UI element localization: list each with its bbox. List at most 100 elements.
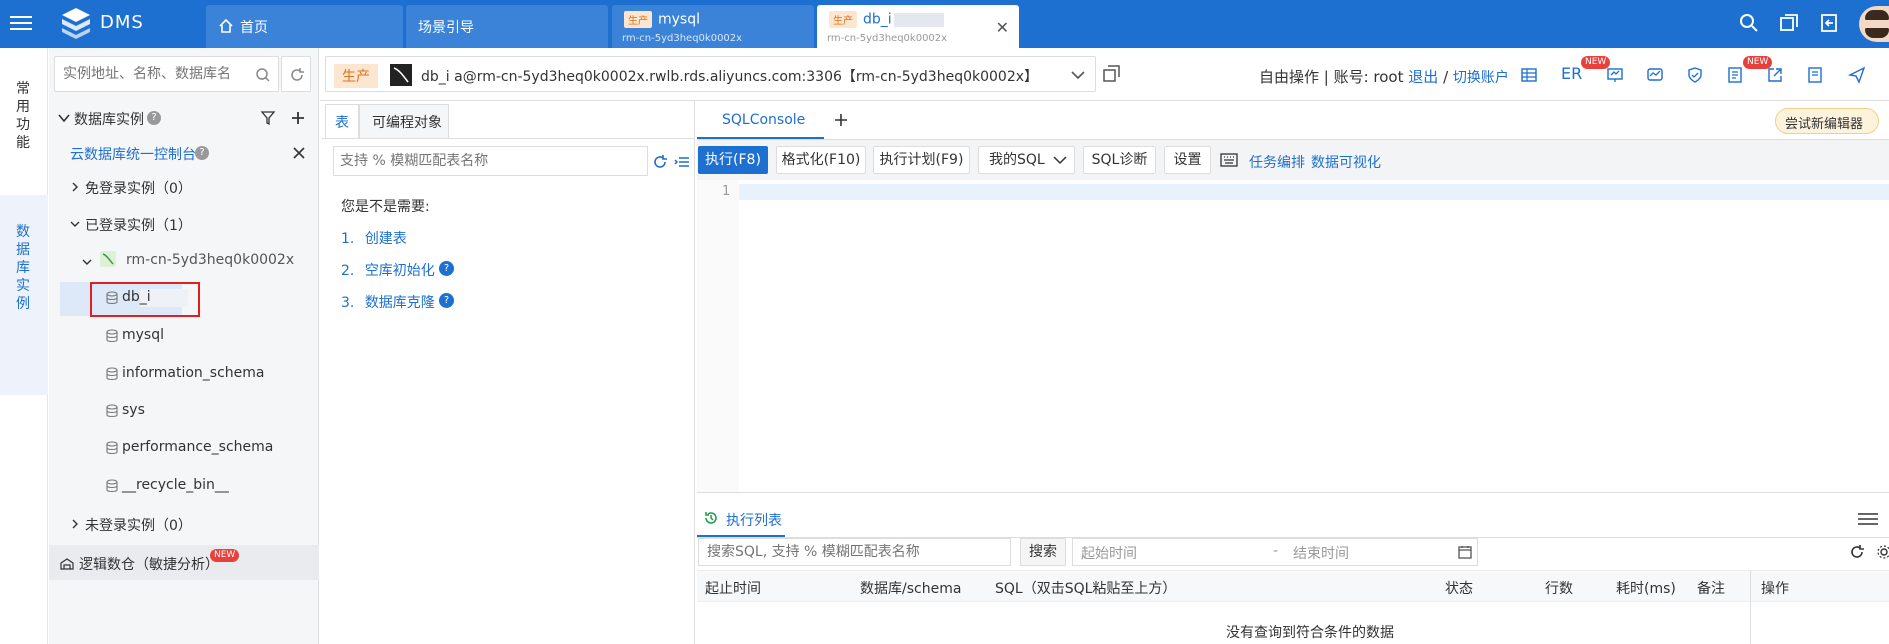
tab-sqlconsole[interactable]: SQLConsole — [697, 101, 824, 139]
separator: / — [1443, 68, 1449, 86]
warehouse-icon — [60, 558, 74, 570]
explain-plan-button[interactable]: 执行计划(F9) — [873, 146, 970, 174]
avatar[interactable] — [1859, 6, 1889, 42]
help-icon[interactable]: ? — [439, 293, 454, 308]
chevron-down-icon[interactable] — [82, 257, 92, 267]
connection-string: db_i a@rm-cn-5yd3heq0k0002x.rwlb.rds.ali… — [421, 69, 1039, 85]
tree-instance-node[interactable]: rm-cn-5yd3heq0k0002x — [126, 252, 294, 268]
tree-db-item[interactable]: information_schema — [122, 365, 265, 381]
tab-db-active[interactable]: 生产 db_i rm-cn-5yd3heq0k0002x ✕ — [817, 5, 1019, 48]
tree-db-item[interactable]: __recycle_bin__ — [122, 477, 229, 493]
switch-account-link[interactable]: 切换账户 — [1453, 70, 1509, 86]
divider — [322, 138, 695, 139]
copy-icon[interactable] — [1102, 64, 1122, 84]
instance-search-input[interactable] — [55, 57, 245, 91]
rail-db-instances[interactable]: 数据库实例 — [14, 223, 32, 313]
hamburger-menu-icon[interactable] — [10, 12, 32, 34]
rail-common-functions[interactable]: 常用功能 — [14, 80, 32, 152]
refresh-icon[interactable] — [652, 154, 668, 170]
tree-free-login-instances[interactable]: 免登录实例（0） — [85, 178, 192, 198]
tab-programmable[interactable]: 可编程对象 — [359, 104, 449, 138]
copy-window-icon[interactable] — [1778, 12, 1800, 34]
sql-search-input[interactable] — [699, 539, 999, 565]
close-tab-icon[interactable]: ✕ — [996, 18, 1009, 37]
tab-scene-guide[interactable]: 场景引导 — [406, 5, 608, 48]
help-icon[interactable]: ? — [439, 261, 454, 276]
help-icon[interactable]: ? — [195, 146, 209, 160]
sql-diagnose-button[interactable]: SQL诊断 — [1083, 146, 1156, 174]
table-search-input[interactable] — [334, 147, 634, 175]
tab-tables[interactable]: 表 — [325, 104, 359, 138]
shield-icon[interactable] — [1686, 66, 1704, 84]
tree-db-item[interactable]: sys — [122, 402, 145, 418]
date-range-picker[interactable]: 起始时间 - 结束时间 — [1072, 538, 1478, 566]
refresh-button[interactable] — [281, 56, 311, 92]
refresh-icon[interactable] — [1849, 544, 1865, 560]
more-menu-icon[interactable] — [1858, 510, 1878, 530]
format-button[interactable]: 格式化(F10) — [776, 146, 866, 174]
list-number: 1. — [341, 231, 355, 247]
tree-db-item[interactable]: performance_schema — [122, 439, 273, 455]
tab-execution-list[interactable]: 执行列表 — [697, 505, 785, 537]
sql-editor[interactable] — [739, 180, 1889, 492]
tab-home[interactable]: 首页 — [206, 5, 403, 48]
help-icon[interactable]: ? — [147, 111, 161, 125]
task-orchestration-link[interactable]: 任务编排 — [1249, 152, 1305, 172]
er-diagram-button[interactable]: ER — [1561, 64, 1582, 83]
search-button[interactable]: 搜索 — [1020, 538, 1066, 566]
chevron-down-icon[interactable] — [58, 112, 70, 124]
database-icon — [106, 329, 118, 343]
chevron-right-icon[interactable] — [70, 182, 80, 192]
database-icon — [106, 441, 118, 455]
suggestion-clone-db[interactable]: 数据库克隆 — [365, 295, 435, 311]
add-icon[interactable] — [290, 110, 306, 126]
chevron-down-icon — [1071, 71, 1085, 80]
try-new-editor-button[interactable]: 尝试新编辑器 — [1775, 108, 1879, 134]
data-visualization-link[interactable]: 数据可视化 — [1311, 152, 1381, 172]
tab-label: 首页 — [240, 20, 268, 36]
export-icon[interactable] — [1766, 66, 1784, 84]
logout-link[interactable]: 退出 — [1408, 68, 1438, 86]
settings-button[interactable]: 设置 — [1164, 146, 1211, 174]
add-tab-icon[interactable] — [833, 112, 849, 128]
search-icon[interactable] — [255, 67, 271, 83]
mysql-instance-icon — [100, 251, 116, 267]
monitor-icon[interactable] — [1646, 66, 1664, 84]
list-number: 2. — [341, 263, 355, 279]
keyboard-icon[interactable] — [1220, 153, 1238, 167]
suggestion-init-db[interactable]: 空库初始化 — [365, 263, 435, 279]
end-time-placeholder: 结束时间 — [1293, 546, 1349, 562]
tab-label: 表 — [335, 115, 349, 131]
console-link[interactable]: 云数据库统一控制台 — [70, 144, 196, 164]
tab-label: 场景引导 — [418, 20, 474, 36]
tree-db-item[interactable]: db_i — [122, 289, 151, 305]
exit-icon[interactable] — [1818, 12, 1840, 34]
chevron-down-icon[interactable] — [70, 219, 80, 229]
table-icon[interactable] — [1520, 66, 1538, 84]
tab-mysql[interactable]: 生产 mysql rm-cn-5yd3heq0k0002x — [612, 5, 814, 48]
book-icon[interactable] — [1806, 66, 1824, 84]
column-header: 耗时(ms) — [1616, 581, 1676, 597]
presentation-icon[interactable] — [1606, 66, 1624, 84]
my-sql-dropdown[interactable]: 我的SQL — [978, 146, 1075, 174]
execute-button[interactable]: 执行(F8) — [698, 146, 768, 174]
send-icon[interactable] — [1848, 66, 1866, 84]
env-tag: 生产 — [624, 11, 652, 28]
chevron-right-icon[interactable] — [70, 519, 80, 529]
instance-search-box — [54, 56, 279, 92]
close-icon[interactable] — [292, 146, 306, 160]
filter-icon[interactable] — [260, 110, 276, 126]
column-header: 状态 — [1445, 581, 1473, 597]
column-header: 操作 — [1761, 581, 1789, 597]
gear-icon[interactable] — [1876, 544, 1889, 560]
tree-db-item[interactable]: mysql — [122, 327, 164, 343]
suggestion-hint: 您是不是需要: — [341, 199, 430, 215]
connection-selector[interactable]: 生产 db_i a@rm-cn-5yd3heq0k0002x.rwlb.rds.… — [325, 56, 1096, 92]
divider — [697, 492, 1889, 493]
tree-not-logged-instances[interactable]: 未登录实例（0） — [85, 515, 192, 535]
list-options-icon[interactable] — [674, 154, 690, 170]
suggestion-create-table[interactable]: 创建表 — [365, 231, 407, 247]
list-doc-icon[interactable] — [1726, 66, 1744, 84]
search-icon[interactable] — [1738, 12, 1760, 34]
tree-logged-in-instances[interactable]: 已登录实例（1） — [85, 215, 192, 235]
